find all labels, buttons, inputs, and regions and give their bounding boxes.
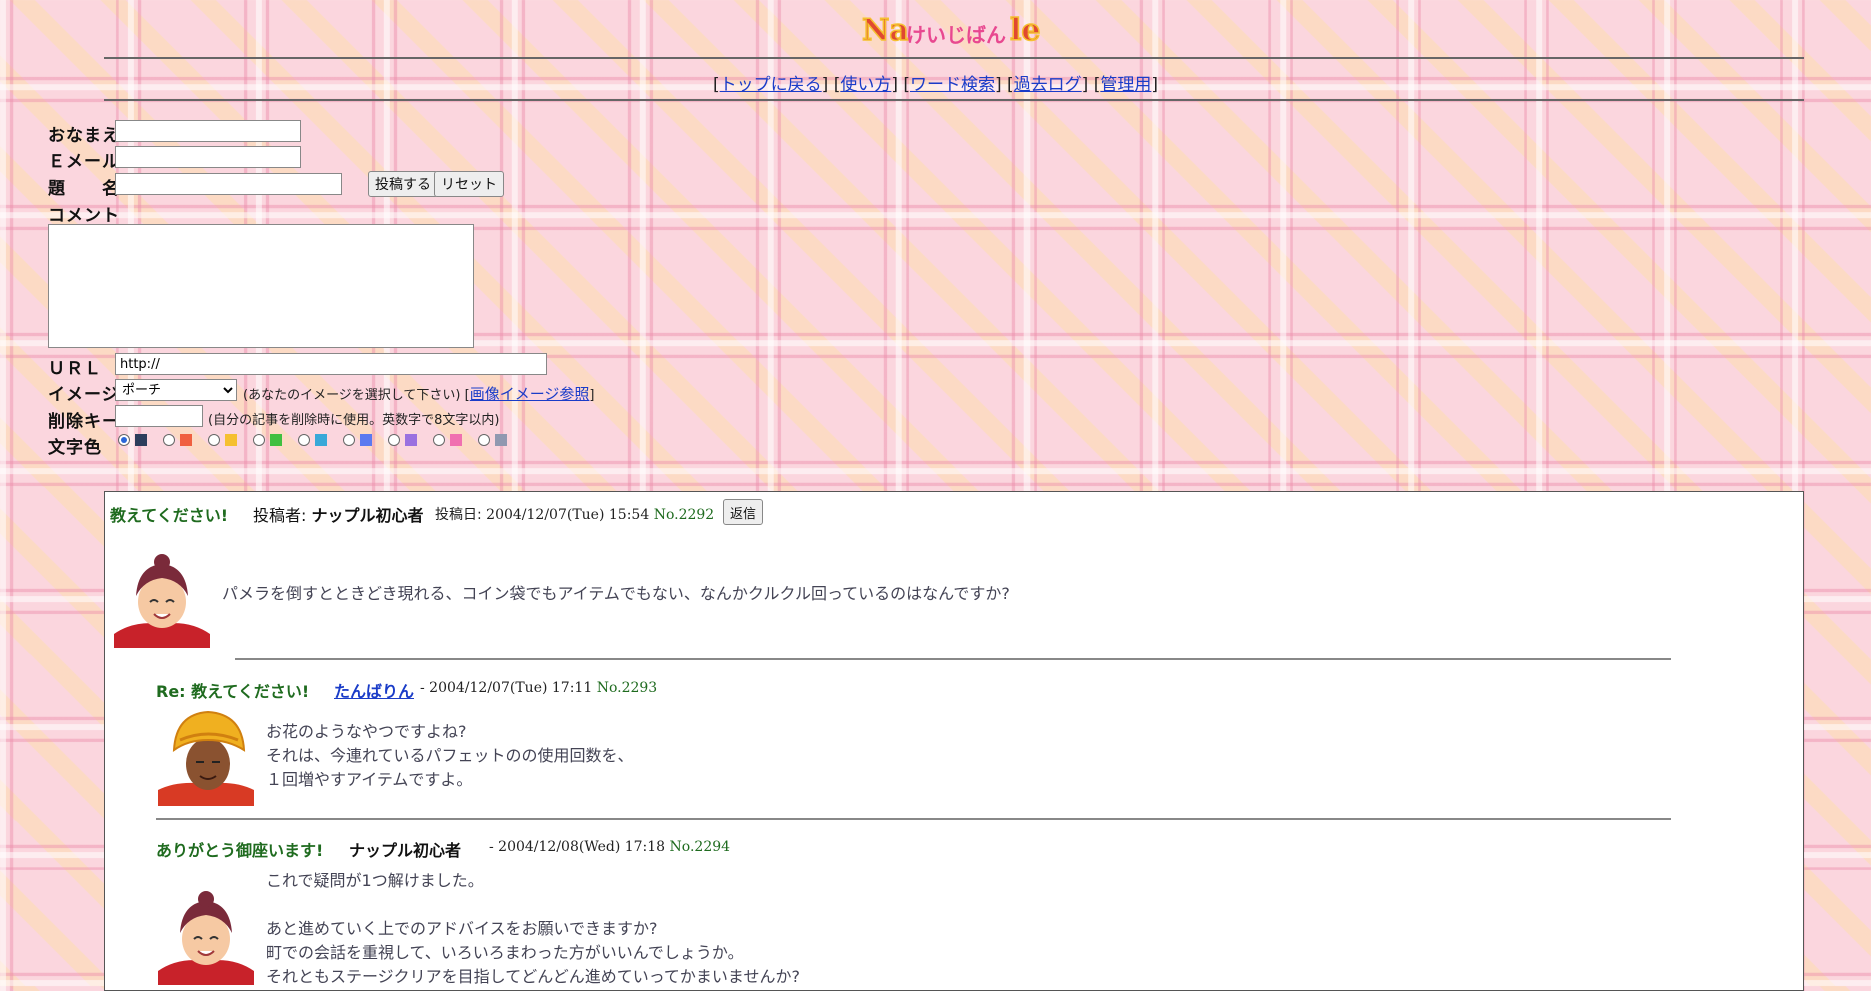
color-radio[interactable]	[343, 434, 355, 446]
reply-number: No.2293	[596, 680, 658, 696]
color-radio[interactable]	[118, 434, 130, 446]
text-color-label: 文字色	[48, 438, 102, 458]
color-option[interactable]	[208, 434, 237, 446]
color-swatch	[495, 434, 507, 446]
delete-key-label: 削除キー	[48, 412, 120, 432]
post-board: 教えてください! 投稿者: ナップル初心者 投稿日: 2004/12/07(Tu…	[104, 491, 1804, 991]
nav-link-past-log[interactable]: 過去ログ	[1014, 75, 1082, 95]
post-title: 教えてください!	[110, 506, 229, 525]
name-input[interactable]	[115, 120, 301, 142]
color-option[interactable]	[253, 434, 282, 446]
svg-text:Na: Na	[862, 13, 909, 48]
url-input[interactable]	[115, 353, 547, 375]
color-option[interactable]	[478, 434, 507, 446]
comment-label: コメント	[48, 206, 120, 226]
color-radio[interactable]	[388, 434, 400, 446]
reply-title: ありがとう御座います!	[156, 841, 324, 860]
delete-key-input[interactable]	[115, 405, 203, 427]
reply-date-block: - 2004/12/07(Tue) 17:11 No.2293	[420, 680, 657, 696]
subject-label: 題 名	[48, 179, 120, 199]
reply-title: Re: 教えてください!	[156, 682, 310, 701]
delete-key-note: (自分の記事を削除時に使用。英数字で8文字以内)	[208, 413, 500, 428]
reply-date: - 2004/12/08(Wed) 17:18	[489, 839, 666, 855]
color-swatch	[135, 434, 147, 446]
reply-author-name: ナップル初心者	[349, 841, 462, 860]
nav-link-top[interactable]: トップに戻る	[720, 75, 822, 95]
poster-label: 投稿者:	[253, 506, 307, 525]
svg-text:le: le	[1010, 13, 1040, 48]
color-radio[interactable]	[298, 434, 310, 446]
color-radio[interactable]	[163, 434, 175, 446]
top-divider	[104, 57, 1804, 59]
color-swatch	[405, 434, 417, 446]
image-select[interactable]: ポーチ	[115, 379, 237, 401]
color-radio[interactable]	[478, 434, 490, 446]
nav-link-usage[interactable]: 使い方	[840, 75, 891, 95]
image-label: イメージ	[48, 385, 120, 405]
post-date-block: 投稿日: 2004/12/07(Tue) 15:54 No.2292	[435, 504, 714, 524]
color-option[interactable]	[433, 434, 462, 446]
color-swatch	[315, 434, 327, 446]
nav-link-admin[interactable]: 管理用	[1100, 75, 1151, 95]
name-label: おなまえ	[48, 126, 120, 146]
nav-divider	[104, 99, 1804, 101]
post-body: パメラを倒すとときどき現れる、コイン袋でもアイテムでもない、なんかクルクル回って…	[222, 584, 1010, 603]
poster-name: ナップル初心者	[311, 506, 424, 525]
reply-date: - 2004/12/07(Tue) 17:11	[420, 680, 593, 696]
submit-button[interactable]: 投稿する	[368, 171, 438, 197]
logo-sub-text: けいじばん	[906, 23, 1006, 47]
post-byline: 投稿者: ナップル初心者	[253, 502, 424, 526]
color-swatch	[360, 434, 372, 446]
post-date: 2004/12/07(Tue) 15:54	[486, 507, 650, 523]
color-radio[interactable]	[253, 434, 265, 446]
avatar-napple-beginner	[114, 552, 210, 648]
subject-input[interactable]	[115, 173, 342, 195]
color-option[interactable]	[163, 434, 192, 446]
color-radio[interactable]	[208, 434, 220, 446]
comment-textarea[interactable]	[48, 224, 474, 348]
reply-body: これで疑問が1つ解けました。 あと進めていく上でのアドバイスをお願いできますか?…	[266, 871, 800, 986]
color-radio[interactable]	[433, 434, 445, 446]
reset-button[interactable]: リセット	[434, 171, 504, 197]
color-option[interactable]	[298, 434, 327, 446]
date-label: 投稿日:	[435, 507, 482, 523]
color-swatch	[450, 434, 462, 446]
reply-body: お花のようなやつですよね? それは、今連れているパフェットのの使用回数を、 １回…	[266, 722, 634, 789]
nav-bar: [トップに戻る] [使い方] [ワード検索] [過去ログ] [管理用]	[713, 75, 1158, 95]
image-note: (あなたのイメージを選択して下さい) [画像イメージ参照]	[243, 385, 595, 403]
color-swatch	[180, 434, 192, 446]
reply-author: ナップル初心者	[349, 837, 461, 861]
reply-date-block: - 2004/12/08(Wed) 17:18 No.2294	[489, 839, 730, 855]
color-option[interactable]	[343, 434, 372, 446]
reply-author-link[interactable]: たんばりん	[334, 678, 414, 702]
reply-number: No.2294	[669, 839, 731, 855]
image-reference-link[interactable]: 画像イメージ参照	[470, 385, 590, 403]
reply-button[interactable]: 返信	[723, 499, 764, 525]
color-swatch	[270, 434, 282, 446]
color-option[interactable]	[118, 434, 147, 446]
reply-separator	[156, 818, 1671, 820]
nav-link-word-search[interactable]: ワード検索	[910, 75, 995, 95]
avatar-napple-beginner	[158, 889, 254, 985]
text-color-options	[118, 434, 517, 446]
image-note-text: (あなたのイメージを選択して下さい)	[243, 388, 461, 403]
email-input[interactable]	[115, 146, 301, 168]
color-swatch	[225, 434, 237, 446]
post-separator	[235, 658, 1671, 660]
napple-tale-logo: Na けいじばん le	[861, 12, 1041, 49]
avatar-tanbarin	[158, 710, 254, 806]
email-label: Ｅメール	[48, 152, 120, 172]
url-label: ＵＲＬ	[48, 359, 102, 379]
color-option[interactable]	[388, 434, 417, 446]
post-number: No.2292	[653, 507, 715, 523]
